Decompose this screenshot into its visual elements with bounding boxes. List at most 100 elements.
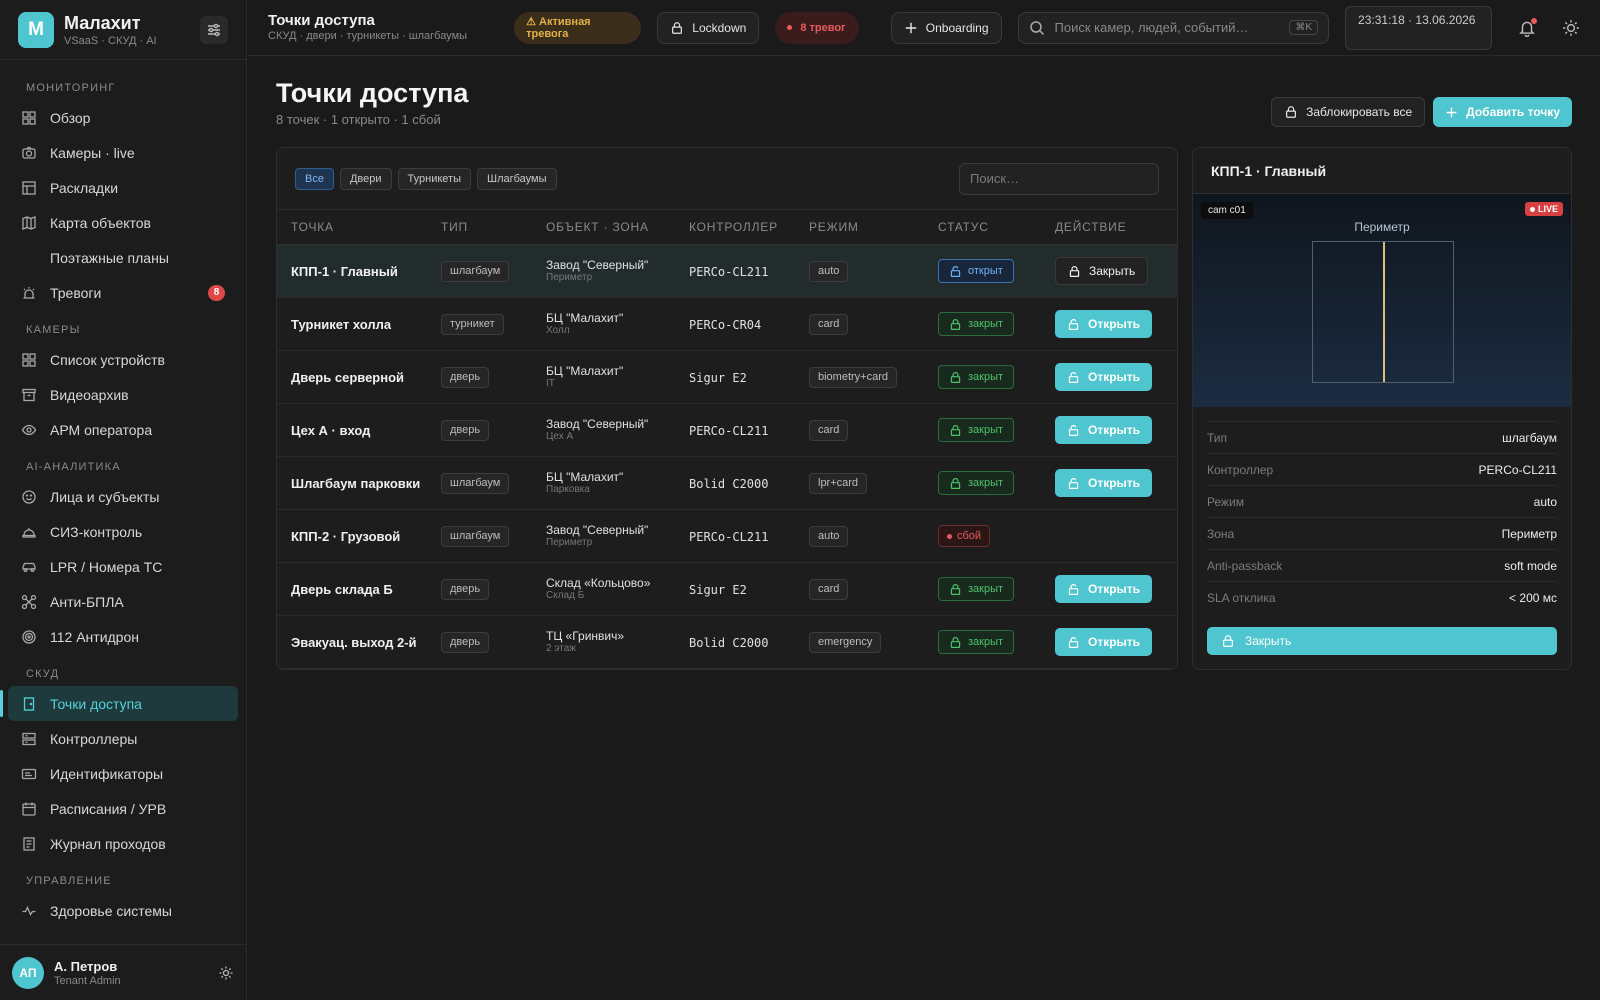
sidebar-toggle-button[interactable] [200,15,228,44]
table-row[interactable]: Дверь склада Б дверь Склад «Кольцово» Склад… [277,563,1177,616]
user-profile[interactable]: АП А. Петров Tenant Admin [0,944,246,1000]
open-point-button[interactable]: Открыть [1055,575,1153,603]
status-badge: закрыт [938,312,1015,336]
lock-all-button[interactable]: Заблокировать все [1271,97,1426,127]
table-row[interactable]: Цех А · вход дверь Завод "Северный" Цех А PE… [277,404,1177,457]
plus-icon [905,22,917,33]
sidebar-item-device-list[interactable]: Список устройств [8,342,238,377]
open-point-button[interactable]: Открыть [1055,363,1153,391]
camera-icon [22,146,36,159]
alerts-pill[interactable]: 8 тревог [775,11,859,44]
filter-barriers[interactable]: Шлагбаумы [476,167,557,190]
sidebar-item-controllers[interactable]: Контроллеры [8,721,238,756]
sidebar-item-faces[interactable]: Лица и субъекты [8,479,238,514]
sidebar-item-archive[interactable]: Видеоархив [8,377,238,412]
type-tag: турникет [441,313,504,335]
col-controller[interactable]: КОНТРОЛЛЕР [689,220,809,234]
table-row[interactable]: Шлагбаум парковки шлагбаум БЦ "Малахит" Пар… [277,457,1177,510]
sidebar-item-lpr[interactable]: LPR / Номера ТС [8,549,238,584]
mode-tag: card [809,419,849,441]
table-row[interactable]: Эвакуац. выход 2-й дверь ТЦ «Гринвич» 2 эта… [277,616,1177,669]
global-search-input[interactable] [1054,20,1290,35]
type-tag: дверь [441,366,490,388]
live-label: LIVE [1537,204,1558,214]
status-label: сбой [957,530,982,542]
sidebar-item-schedules[interactable]: Расписания / УРВ [8,791,238,826]
property-key: Режим [1207,494,1244,509]
access-points-table: Все Двери Турникеты Шлагбаумы ТОЧКА ТИП … [276,147,1178,670]
open-point-button[interactable]: Открыть [1055,469,1153,497]
col-object[interactable]: ОБЪЕКТ · ЗОНА [546,220,689,234]
sidebar-item-access-points[interactable]: Точки доступа [0,686,238,721]
lock-icon [950,477,961,489]
settings-button[interactable] [218,965,234,981]
action-label: Открыть [1088,476,1141,490]
active-alarm-pill[interactable]: ⚠ Активная тревога [514,11,642,44]
filter-turnstiles[interactable]: Турникеты [397,167,471,190]
open-point-button[interactable]: Открыть [1055,628,1153,656]
controller-name: PERCo-CL211 [689,530,769,544]
table-row[interactable]: Дверь серверной дверь БЦ "Малахит" IT Sigur … [277,351,1177,404]
mode-tag: lpr+card [809,472,868,494]
filter-all[interactable]: Все [295,167,334,190]
property-value: PERCo-CL211 [1478,462,1557,477]
property-key: Зона [1207,526,1235,541]
detail-close-button[interactable]: Закрыть [1207,627,1557,655]
avatar: АП [12,956,44,989]
lock-icon [672,21,683,34]
sidebar-item-ppe[interactable]: СИЗ-контроль [8,514,238,549]
detail-property-row: SLA отклика < 200 мс [1207,581,1557,613]
action-label: Открыть [1088,370,1141,384]
sidebar-item-journal[interactable]: Журнал проходов [8,826,238,861]
unlock-icon [1068,636,1079,648]
add-point-button[interactable]: Добавить точку [1433,97,1572,127]
sidebar-item-layouts[interactable]: Раскладки [8,170,238,205]
filter-doors[interactable]: Двери [339,167,392,190]
zone-name: Парковка [546,483,590,495]
col-status[interactable]: СТАТУС [938,220,1055,234]
lockdown-button[interactable]: Lockdown [657,11,760,44]
sidebar-item-cameras-live[interactable]: Камеры · live [8,135,238,170]
lock-icon [950,371,961,383]
col-mode[interactable]: РЕЖИМ [809,220,938,234]
sidebar-item-identifiers[interactable]: Идентификаторы [8,756,238,791]
table-row[interactable]: КПП-2 · Грузовой шлагбаум Завод "Северный"… [277,510,1177,563]
col-type[interactable]: ТИП [441,220,546,234]
unlock-icon [1068,371,1079,383]
sidebar-item-health[interactable]: Здоровье системы [8,893,238,928]
sidebar-item-label: Поэтажные планы [50,249,169,266]
sidebar-item-overview[interactable]: Обзор [8,100,238,135]
table-search-input[interactable] [959,162,1159,195]
sidebar-item-alarms[interactable]: Тревоги 8 [8,275,238,310]
sidebar-item-label: АРМ оператора [50,421,153,438]
col-action: ДЕЙСТВИЕ [1055,220,1127,234]
table-row[interactable]: КПП-1 · Главный шлагбаум Завод "Северный" П… [277,245,1177,298]
camera-preview[interactable]: cam c01 LIVE Периметр [1193,194,1571,407]
sidebar-item-map[interactable]: Карта объектов [8,205,238,240]
topbar: Точки доступа СКУД · двери · турникеты ·… [248,0,1600,56]
property-key: Контроллер [1207,462,1274,477]
helmet-icon [22,527,36,538]
table-row[interactable]: Турникет холла турникет БЦ "Малахит" Холл PE… [277,298,1177,351]
sidebar-item-operator[interactable]: АРМ оператора [8,412,238,447]
sliders-icon [208,23,220,36]
col-point[interactable]: ТОЧКА [277,220,441,234]
detail-property-row: Контроллер PERCo-CL211 [1207,453,1557,485]
onboarding-button[interactable]: Onboarding [890,11,1002,44]
status-badge: открыт [938,259,1014,283]
status-label: закрыт [968,318,1004,330]
sidebar-item-floor-plans[interactable]: Поэтажные планы [8,240,238,275]
plus-icon [1446,107,1457,117]
sidebar-item-antidrone[interactable]: 112 Антидрон [8,619,238,654]
action-label: Открыть [1088,635,1141,649]
notifications-button[interactable] [1518,17,1538,37]
global-search[interactable]: ⌘K [1017,11,1330,44]
sidebar-item-anti-uav[interactable]: Анти-БПЛА [8,584,238,619]
open-point-button[interactable]: Открыть [1055,310,1153,338]
open-point-button[interactable]: Открыть [1055,416,1153,444]
lock-icon [950,424,961,436]
close-point-button[interactable]: Закрыть [1055,257,1149,285]
theme-toggle-button[interactable] [1562,19,1580,37]
object-name: БЦ "Малахит" [546,469,624,484]
point-name: Дверь склада Б [291,582,393,597]
